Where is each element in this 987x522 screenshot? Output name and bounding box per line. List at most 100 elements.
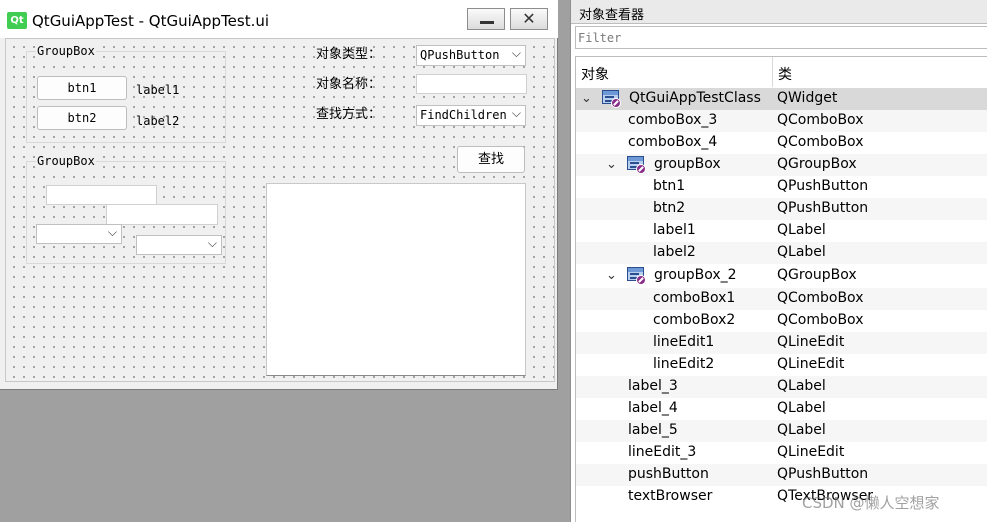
tree-row-label1[interactable]: label1 QLabel [576, 220, 987, 242]
column-header-object-label: 对象 [581, 67, 609, 83]
chevron-down-icon: ⌵ [511, 106, 521, 120]
tree-row-name: label1 [653, 222, 696, 238]
groupbox-1-title: GroupBox [36, 44, 96, 58]
tree-row-class: QLineEdit [777, 444, 845, 460]
expand-chevron-icon[interactable]: ⌄ [581, 91, 592, 106]
watermark: CSDN @懒人空想家 [802, 494, 940, 512]
object-type-combobox[interactable]: QPushButton ⌵ [416, 45, 526, 66]
tree-row-label-4[interactable]: label_4 QLabel [576, 398, 987, 420]
close-button[interactable]: ✕ [510, 8, 548, 30]
widget-icon [602, 90, 622, 108]
tree-row-btn1[interactable]: btn1 QPushButton [576, 176, 987, 198]
tree-row-btn2[interactable]: btn2 QPushButton [576, 198, 987, 220]
lineedit2-field[interactable] [106, 204, 218, 225]
column-header-object[interactable]: 对象 [576, 57, 773, 87]
tree-row-combobox-3[interactable]: comboBox_3 QComboBox [576, 110, 987, 132]
tree-row-class: QGroupBox [777, 267, 857, 283]
tree-row-groupbox[interactable]: ⌄ groupBox QGroupBox [576, 154, 987, 176]
find-method-combobox[interactable]: FindChildren ⌵ [416, 105, 526, 126]
lineedit1-field[interactable] [46, 185, 157, 205]
object-inspector-panel: 对象查看器 对象 类 ⌄ QtGuiAppTestClass QWidget c… [570, 0, 987, 522]
tree-row-name: comboBox1 [653, 290, 736, 306]
groupbox-icon [627, 267, 647, 285]
text-browser[interactable] [266, 183, 526, 376]
object-name-field[interactable] [416, 74, 527, 94]
tree-row-name: lineEdit1 [653, 334, 715, 350]
object-name-label: 对象名称： [316, 77, 382, 92]
object-type-value: QPushButton [420, 48, 500, 62]
label1: label1 [136, 83, 180, 97]
combobox1[interactable]: ⌵ [36, 224, 122, 244]
tree-row-name: lineEdit_3 [628, 444, 697, 460]
find-button[interactable]: 查找 [457, 146, 525, 173]
tree-row-combobox1[interactable]: comboBox1 QComboBox [576, 288, 987, 310]
window-title: QtGuiAppTest - QtGuiAppTest.ui [32, 12, 270, 30]
tree-row-name: textBrowser [628, 488, 713, 504]
tree-row-class: QPushButton [777, 178, 869, 194]
filter-input[interactable] [578, 29, 978, 46]
minimize-button[interactable] [467, 8, 505, 30]
tree-row-name: lineEdit2 [653, 356, 715, 372]
tree-row-groupbox-2[interactable]: ⌄ groupBox_2 QGroupBox [576, 265, 987, 287]
btn1-button[interactable]: btn1 [37, 76, 127, 100]
tree-row-class: QPushButton [777, 200, 869, 216]
tree-row-combobox2[interactable]: comboBox2 QComboBox [576, 310, 987, 332]
btn2-button[interactable]: btn2 [37, 106, 127, 130]
chevron-down-icon: ⌵ [107, 225, 117, 239]
tree-row-class: QLabel [777, 422, 826, 438]
tree-row-name: label2 [653, 244, 696, 260]
tree-row-label-5[interactable]: label_5 QLabel [576, 420, 987, 442]
column-header-class[interactable]: 类 [773, 57, 987, 87]
tree-row-class: QLabel [777, 244, 826, 260]
expand-chevron-icon[interactable]: ⌄ [606, 268, 617, 283]
tree-row-class: QComboBox [777, 312, 864, 328]
tree-row-pushbutton[interactable]: pushButton QPushButton [576, 464, 987, 486]
tree-row-name: label_5 [628, 422, 678, 438]
find-method-label: 查找方式： [316, 107, 382, 122]
object-type-label: 对象类型： [316, 47, 382, 62]
combobox2[interactable]: ⌵ [136, 235, 222, 255]
tree-row-name: pushButton [628, 466, 709, 482]
tree-row-name: groupBox_2 [654, 267, 737, 283]
tree-row-name: groupBox [654, 156, 721, 172]
tree-row-label-3[interactable]: label_3 QLabel [576, 376, 987, 398]
tree-row-lineedit-3[interactable]: lineEdit_3 QLineEdit [576, 442, 987, 464]
tree-row-combobox-4[interactable]: comboBox_4 QComboBox [576, 132, 987, 154]
tree-row-name: comboBox_4 [628, 134, 718, 150]
inspector-header: 对象查看器 [571, 0, 987, 24]
groupbox-icon [627, 156, 647, 174]
expand-chevron-icon[interactable]: ⌄ [606, 157, 617, 172]
tree-row-qtguiapptestclass[interactable]: ⌄ QtGuiAppTestClass QWidget [576, 88, 987, 110]
tree-row-class: QPushButton [777, 466, 869, 482]
tree-row-lineedit2[interactable]: lineEdit2 QLineEdit [576, 354, 987, 376]
tree-row-name: label_3 [628, 378, 678, 394]
screen: Qt QtGuiAppTest - QtGuiAppTest.ui ✕ Grou… [0, 0, 987, 522]
chevron-down-icon: ⌵ [511, 46, 521, 60]
tree-row-class: QComboBox [777, 112, 864, 128]
tree-row-class: QGroupBox [777, 156, 857, 172]
tree-row-class: QComboBox [777, 134, 864, 150]
object-tree[interactable]: 对象 类 ⌄ QtGuiAppTestClass QWidget comboBo… [575, 56, 987, 522]
designer-form-window: Qt QtGuiAppTest - QtGuiAppTest.ui ✕ Grou… [0, 0, 558, 390]
close-icon: ✕ [522, 9, 536, 28]
chevron-down-icon: ⌵ [207, 236, 217, 250]
tree-row-lineedit1[interactable]: lineEdit1 QLineEdit [576, 332, 987, 354]
tree-row-class: QLabel [777, 222, 826, 238]
inspector-title: 对象查看器 [579, 8, 645, 23]
filter-box[interactable] [575, 26, 987, 49]
tree-row-name: comboBox_3 [628, 112, 718, 128]
find-method-value: FindChildren [420, 108, 507, 122]
tree-row-class: QLineEdit [777, 356, 845, 372]
tree-row-label2[interactable]: label2 QLabel [576, 242, 987, 264]
tree-row-class: QLineEdit [777, 334, 845, 350]
minimize-icon [480, 21, 494, 24]
form-canvas[interactable]: GroupBox btn1 label1 btn2 label2 GroupBo… [5, 38, 555, 382]
tree-row-class: QWidget [777, 90, 838, 106]
window-title-bar[interactable]: Qt QtGuiAppTest - QtGuiAppTest.ui ✕ [0, 0, 558, 38]
tree-row-name: label_4 [628, 400, 678, 416]
label2: label2 [136, 114, 180, 128]
tree-row-class: QLabel [777, 400, 826, 416]
column-header-class-label: 类 [778, 67, 792, 83]
tree-row-name: QtGuiAppTestClass [629, 90, 761, 106]
tree-row-name: btn1 [653, 178, 686, 194]
